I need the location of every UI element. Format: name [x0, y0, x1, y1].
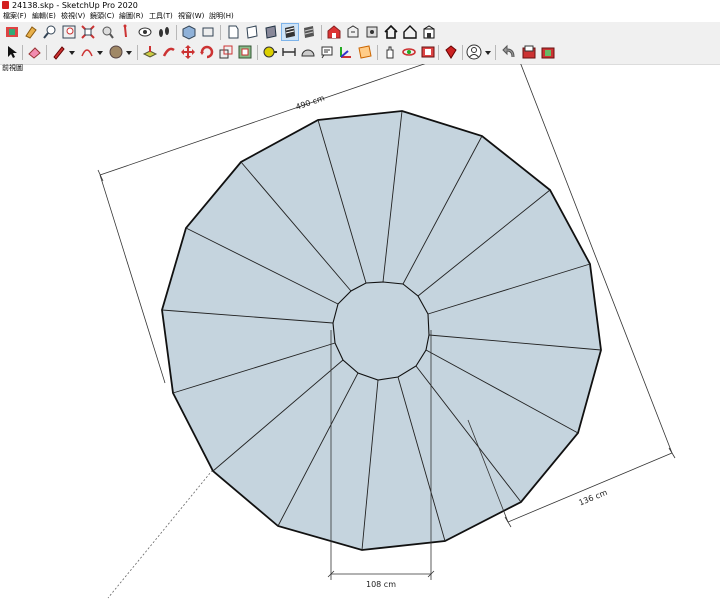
select-icon[interactable] — [4, 44, 20, 60]
tape-measure-icon[interactable] — [262, 44, 278, 60]
user-icon[interactable] — [466, 44, 482, 60]
front-view-icon[interactable] — [225, 24, 241, 40]
warehouse-icon[interactable] — [326, 24, 342, 40]
back-view-icon[interactable] — [263, 24, 279, 40]
iso-view-icon[interactable] — [181, 24, 197, 40]
toolbar-separator — [377, 45, 378, 60]
circle-shape-icon[interactable] — [108, 44, 124, 60]
menu-edit[interactable]: 編輯(E) — [32, 11, 56, 22]
protractor-icon[interactable] — [300, 44, 316, 60]
menu-bar: 檔案(F) 編輯(E) 檢視(V) 鏡頭(C) 繪圖(R) 工具(T) 視窗(W… — [0, 11, 720, 22]
toolbar-separator — [176, 25, 177, 40]
textured-icon[interactable] — [301, 24, 317, 40]
menu-tools[interactable]: 工具(T) — [149, 11, 173, 22]
arc-dropdown-icon[interactable] — [97, 51, 103, 55]
drawing-viewport[interactable]: 490 cm 136 cm 108 cm 前視圖 — [0, 45, 720, 600]
orbit-zoom-icon[interactable] — [99, 24, 115, 40]
component-icon[interactable] — [4, 24, 20, 40]
offset-icon[interactable] — [237, 44, 253, 60]
menu-window[interactable]: 視窗(W) — [178, 11, 204, 22]
menu-camera[interactable]: 鏡頭(C) — [90, 11, 114, 22]
toolbar-separator — [220, 25, 221, 40]
footprint-icon[interactable] — [156, 24, 172, 40]
menu-file[interactable]: 檔案(F) — [3, 11, 27, 22]
move-icon[interactable] — [180, 44, 196, 60]
zoom-extents-2-icon[interactable] — [420, 44, 436, 60]
menu-draw[interactable]: 繪圖(R) — [119, 11, 143, 22]
sketchup-logo-icon — [2, 1, 9, 9]
zoom-icon[interactable] — [42, 24, 58, 40]
zoom-extents-icon[interactable] — [61, 24, 77, 40]
push-pull-icon[interactable] — [142, 44, 158, 60]
menu-view[interactable]: 檢視(V) — [61, 11, 85, 22]
scale-icon[interactable] — [218, 44, 234, 60]
user-dropdown-icon[interactable] — [485, 51, 491, 55]
toolbar-separator — [438, 45, 439, 60]
axes-icon[interactable] — [338, 44, 354, 60]
toolbar-separator — [257, 45, 258, 60]
toolbar-separator — [495, 45, 496, 60]
zoom-window-icon[interactable] — [80, 24, 96, 40]
follow-me-icon[interactable] — [161, 44, 177, 60]
text-icon[interactable] — [319, 44, 335, 60]
dimension-overall-label: 490 cm — [295, 93, 326, 111]
undo-icon[interactable] — [502, 44, 518, 60]
pencil-icon[interactable] — [51, 44, 67, 60]
layout-icon[interactable] — [540, 44, 556, 60]
dimension-icon[interactable] — [281, 44, 297, 60]
shaded-icon[interactable] — [281, 23, 299, 41]
outline-house-icon[interactable] — [402, 24, 418, 40]
toolbar-separator — [46, 45, 47, 60]
paint-icon[interactable] — [23, 24, 39, 40]
rotate-icon[interactable] — [199, 44, 215, 60]
toolbar-separator — [321, 25, 322, 40]
shape-dropdown-icon[interactable] — [126, 51, 132, 55]
house-building-icon[interactable] — [421, 24, 437, 40]
top-view-icon[interactable] — [200, 24, 216, 40]
walk-icon[interactable] — [118, 24, 134, 40]
home-icon[interactable] — [383, 24, 399, 40]
pan-icon[interactable] — [382, 44, 398, 60]
share-model-icon[interactable] — [345, 24, 361, 40]
axis-line — [107, 466, 216, 599]
right-view-icon[interactable] — [244, 24, 260, 40]
toolbar-separator — [22, 45, 23, 60]
window-title: 24138.skp - SketchUp Pro 2020 — [12, 1, 138, 10]
sandbox-icon[interactable] — [521, 44, 537, 60]
extension-icon[interactable] — [364, 24, 380, 40]
arc-icon[interactable] — [79, 44, 95, 60]
eraser-icon[interactable] — [27, 44, 43, 60]
toolbar-separator — [137, 45, 138, 60]
menu-help[interactable]: 說明(H) — [209, 11, 234, 22]
title-bar: 24138.skp - SketchUp Pro 2020 — [0, 0, 720, 11]
look-around-icon[interactable] — [137, 24, 153, 40]
dimension-inner-label: 108 cm — [366, 580, 396, 589]
toolbar-tools — [0, 42, 720, 65]
orbit-icon[interactable] — [401, 44, 417, 60]
scene-view-label: 前視圖 — [2, 64, 23, 72]
pencil-dropdown-icon[interactable] — [69, 51, 75, 55]
toolbar-separator — [462, 45, 463, 60]
ruby-icon[interactable] — [443, 44, 459, 60]
scene-canvas[interactable]: 490 cm 136 cm 108 cm — [0, 45, 720, 600]
section-plane-icon[interactable] — [357, 44, 373, 60]
